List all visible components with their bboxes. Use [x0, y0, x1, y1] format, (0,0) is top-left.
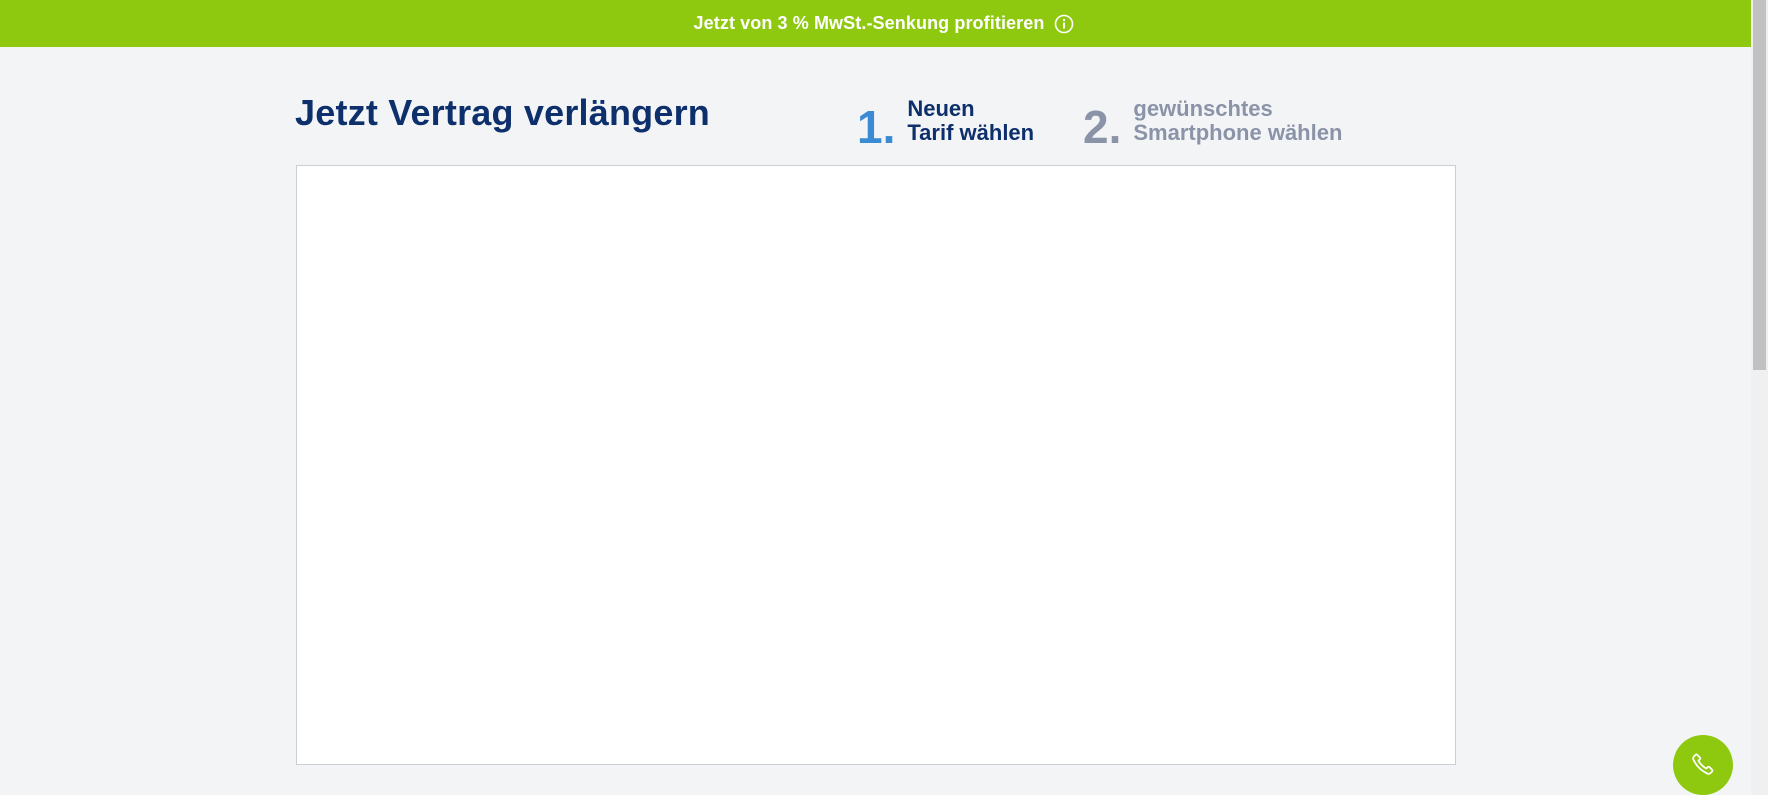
- step-label: Neuen Tarif wählen: [907, 97, 1047, 145]
- step-label-line2: Smartphone wählen: [1133, 120, 1343, 145]
- call-button[interactable]: [1673, 735, 1733, 795]
- promo-banner-text: Jetzt von 3 % MwSt.-Senkung profitieren: [693, 13, 1045, 33]
- phone-icon: [1690, 751, 1716, 780]
- tariff-content-frame: [296, 165, 1456, 765]
- step-label: gewünschtes Smartphone wählen: [1133, 97, 1363, 145]
- info-icon[interactable]: [1054, 14, 1074, 34]
- step-label-line1: Neuen: [907, 96, 975, 121]
- step-number: 1.: [857, 101, 896, 153]
- scrollbar-thumb[interactable]: [1753, 0, 1766, 370]
- step-number: 2.: [1083, 101, 1122, 153]
- step-label-line1: gewünschtes: [1133, 96, 1273, 121]
- promo-banner[interactable]: Jetzt von 3 % MwSt.-Senkung profitieren: [0, 0, 1768, 47]
- step-1-choose-tariff[interactable]: 1. Neuen Tarif wählen: [857, 97, 1047, 153]
- step-2-choose-smartphone[interactable]: 2. gewünschtes Smartphone wählen: [1083, 97, 1363, 153]
- page-title: Jetzt Vertrag verlängern: [295, 92, 710, 133]
- page-scrollbar[interactable]: [1751, 0, 1768, 795]
- step-label-line2: Tarif wählen: [907, 120, 1035, 145]
